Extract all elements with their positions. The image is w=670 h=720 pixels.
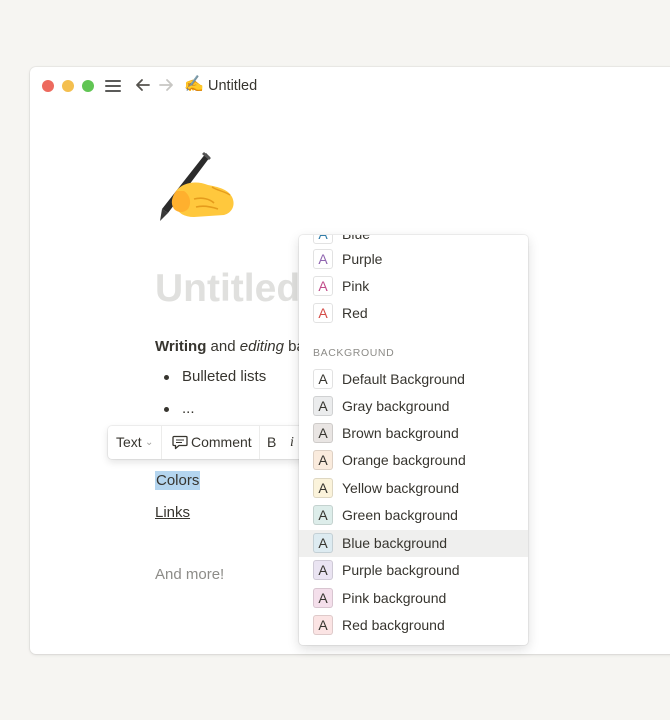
option-label: Default Background: [342, 371, 465, 387]
plain-text: and: [206, 338, 240, 355]
forward-arrow-icon[interactable]: [157, 76, 175, 94]
text-color-option-red[interactable]: A Red: [299, 300, 528, 327]
text-color-option-purple[interactable]: A Purple: [299, 246, 528, 273]
option-label: Gray background: [342, 398, 450, 414]
option-label: Yellow background: [342, 480, 460, 496]
option-label: Red: [342, 305, 368, 321]
option-label: Green background: [342, 507, 458, 523]
page-icon-small[interactable]: ✍️: [184, 75, 204, 95]
toolbar-divider: [161, 426, 162, 459]
and-more-text[interactable]: And more!: [155, 565, 224, 584]
paragraph-block[interactable]: Writing and editing ba: [155, 337, 305, 357]
writing-hand-icon[interactable]: [154, 151, 238, 231]
breadcrumb-title[interactable]: Untitled: [208, 77, 257, 95]
color-swatch: A: [313, 235, 333, 244]
bold-button[interactable]: B: [267, 426, 276, 459]
bg-option-default[interactable]: A Default Background: [299, 366, 528, 393]
bold-text: Writing: [155, 338, 207, 355]
bg-option-red[interactable]: A Red background: [299, 612, 528, 639]
bg-option-brown[interactable]: A Brown background: [299, 420, 528, 447]
list-item-text: Bulleted lists: [182, 368, 267, 385]
bg-option-orange[interactable]: A Orange background: [299, 447, 528, 474]
color-swatch: A: [313, 369, 333, 389]
title-bar: ✍️ Untitled: [30, 67, 670, 105]
color-swatch: A: [313, 478, 333, 498]
formatting-toolbar: Text ⌄ Comment B i: [108, 426, 318, 459]
bg-option-pink[interactable]: A Pink background: [299, 585, 528, 612]
list-item-text: ...: [182, 400, 195, 417]
bg-option-gray[interactable]: A Gray background: [299, 393, 528, 420]
bg-option-blue[interactable]: A Blue background: [299, 530, 528, 557]
bullet-dot-icon: [164, 407, 169, 412]
option-label: Brown background: [342, 425, 459, 441]
minimize-window-button[interactable]: [62, 80, 74, 92]
bg-option-green[interactable]: A Green background: [299, 502, 528, 529]
bg-option-yellow[interactable]: A Yellow background: [299, 475, 528, 502]
selected-text-colors[interactable]: Colors: [155, 471, 201, 490]
option-label: Purple: [342, 251, 383, 267]
toolbar-divider: [259, 426, 260, 459]
color-swatch: A: [313, 423, 333, 443]
italic-text: editing: [239, 338, 284, 355]
back-arrow-icon[interactable]: [134, 76, 152, 94]
background-section-header: BACKGROUND: [313, 347, 395, 359]
close-window-button[interactable]: [42, 80, 54, 92]
color-swatch: A: [313, 276, 333, 296]
option-label: Red background: [342, 617, 445, 633]
color-swatch: A: [313, 249, 333, 269]
option-label: Blue background: [342, 535, 448, 551]
color-swatch: A: [313, 303, 333, 323]
italic-button[interactable]: i: [290, 426, 294, 459]
comment-button[interactable]: Comment: [191, 426, 252, 459]
option-label: Purple background: [342, 562, 460, 578]
color-swatch: A: [313, 588, 333, 608]
color-swatch: A: [313, 533, 333, 553]
color-swatch: A: [313, 505, 333, 525]
color-menu: A Blue A Purple A Pink A Red BACKGROUND …: [299, 235, 528, 645]
zoom-window-button[interactable]: [82, 80, 94, 92]
menu-icon[interactable]: [104, 78, 122, 94]
chevron-down-icon[interactable]: ⌄: [145, 426, 153, 459]
link-text[interactable]: Links: [155, 503, 190, 522]
color-swatch: A: [313, 450, 333, 470]
option-label: Pink: [342, 278, 370, 294]
block-type-button[interactable]: Text: [116, 426, 142, 459]
bullet-dot-icon: [164, 375, 169, 380]
color-swatch: A: [313, 396, 333, 416]
option-label: Pink background: [342, 590, 447, 606]
comment-icon[interactable]: [172, 435, 188, 450]
page-title[interactable]: Untitled: [155, 267, 300, 311]
bg-option-purple[interactable]: A Purple background: [299, 557, 528, 584]
text-color-option-pink[interactable]: A Pink: [299, 273, 528, 300]
option-label: Orange background: [342, 452, 466, 468]
color-swatch: A: [313, 560, 333, 580]
color-swatch: A: [313, 615, 333, 635]
